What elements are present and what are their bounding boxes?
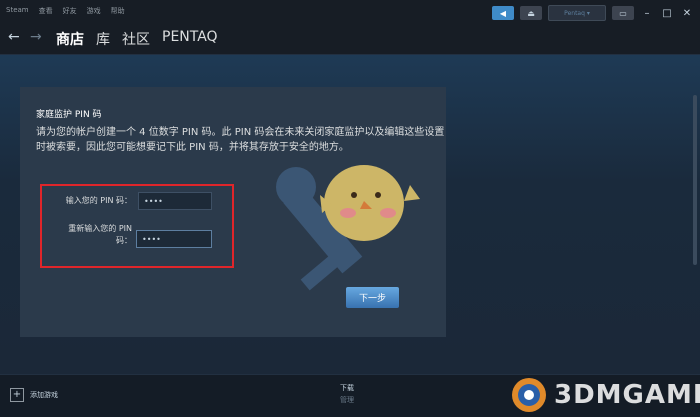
next-button[interactable]: 下一步 [346, 287, 399, 308]
title-bar-controls: ◀ ⏏ Pentaq ▾ ▭ – □ ✕ [492, 5, 694, 21]
nav-community[interactable]: 社区 [122, 29, 150, 49]
nav-items: 商店 库 社区 PENTAQ [56, 29, 218, 49]
family-view-pin-panel: 家庭监护 PIN 码 请为您的帐户创建一个 4 位数字 PIN 码。此 PIN … [20, 87, 446, 337]
close-icon[interactable]: ✕ [680, 8, 694, 19]
menu-games[interactable]: 游戏 [87, 6, 101, 16]
watermark-text: 3DMGAME [554, 380, 700, 410]
manage-label: 管理 [340, 396, 354, 404]
back-arrow-icon[interactable]: ← [8, 29, 20, 45]
pin-input[interactable]: •••• [138, 192, 212, 210]
panel-title: 家庭监护 PIN 码 [36, 110, 102, 120]
downloads-button[interactable]: 下载 管理 [340, 383, 354, 405]
repin-label-line1: 重新输入您的 PIN [68, 224, 132, 233]
menu-steam[interactable]: Steam [6, 6, 29, 16]
key-illustration [276, 165, 420, 291]
watermark: 3DMGAME [510, 376, 700, 414]
pin-label: 输入您的 PIN 码： [65, 196, 132, 205]
bigpicture-icon[interactable]: ▭ [612, 6, 634, 20]
menu-friends[interactable]: 好友 [63, 6, 77, 16]
forward-arrow-icon[interactable]: → [30, 29, 42, 45]
minimize-icon[interactable]: – [640, 8, 654, 19]
menu-view[interactable]: 查看 [39, 6, 53, 16]
panel-description: 请为您的帐户创建一个 4 位数字 PIN 码。此 PIN 码会在未来关闭家庭监护… [36, 127, 445, 153]
add-game-button[interactable]: + 添加游戏 [10, 388, 58, 402]
add-game-label: 添加游戏 [30, 391, 58, 399]
account-menu[interactable]: Pentaq ▾ [548, 5, 606, 21]
nav-store[interactable]: 商店 [56, 29, 84, 49]
menu-help[interactable]: 帮助 [111, 6, 125, 16]
3dm-logo-icon [512, 378, 546, 412]
scrollbar[interactable] [693, 95, 697, 265]
nav-bar: ← → 商店 库 社区 PENTAQ [0, 24, 700, 55]
repin-label: 重新输入您的 PIN 码： [50, 223, 132, 247]
menu-bar: Steam 查看 好友 游戏 帮助 [6, 6, 125, 16]
maximize-icon[interactable]: □ [660, 8, 674, 19]
notification-icon[interactable]: ⏏ [520, 6, 542, 20]
nav-profile[interactable]: PENTAQ [162, 29, 218, 49]
downloads-label: 下载 [340, 384, 354, 392]
repin-label-line2: 码： [116, 236, 132, 245]
nav-library[interactable]: 库 [96, 29, 110, 49]
repin-input[interactable]: •••• [136, 230, 212, 248]
title-bar: Steam 查看 好友 游戏 帮助 ◀ ⏏ Pentaq ▾ ▭ – □ ✕ [0, 0, 700, 24]
announce-icon[interactable]: ◀ [492, 6, 514, 20]
plus-icon: + [10, 388, 24, 402]
